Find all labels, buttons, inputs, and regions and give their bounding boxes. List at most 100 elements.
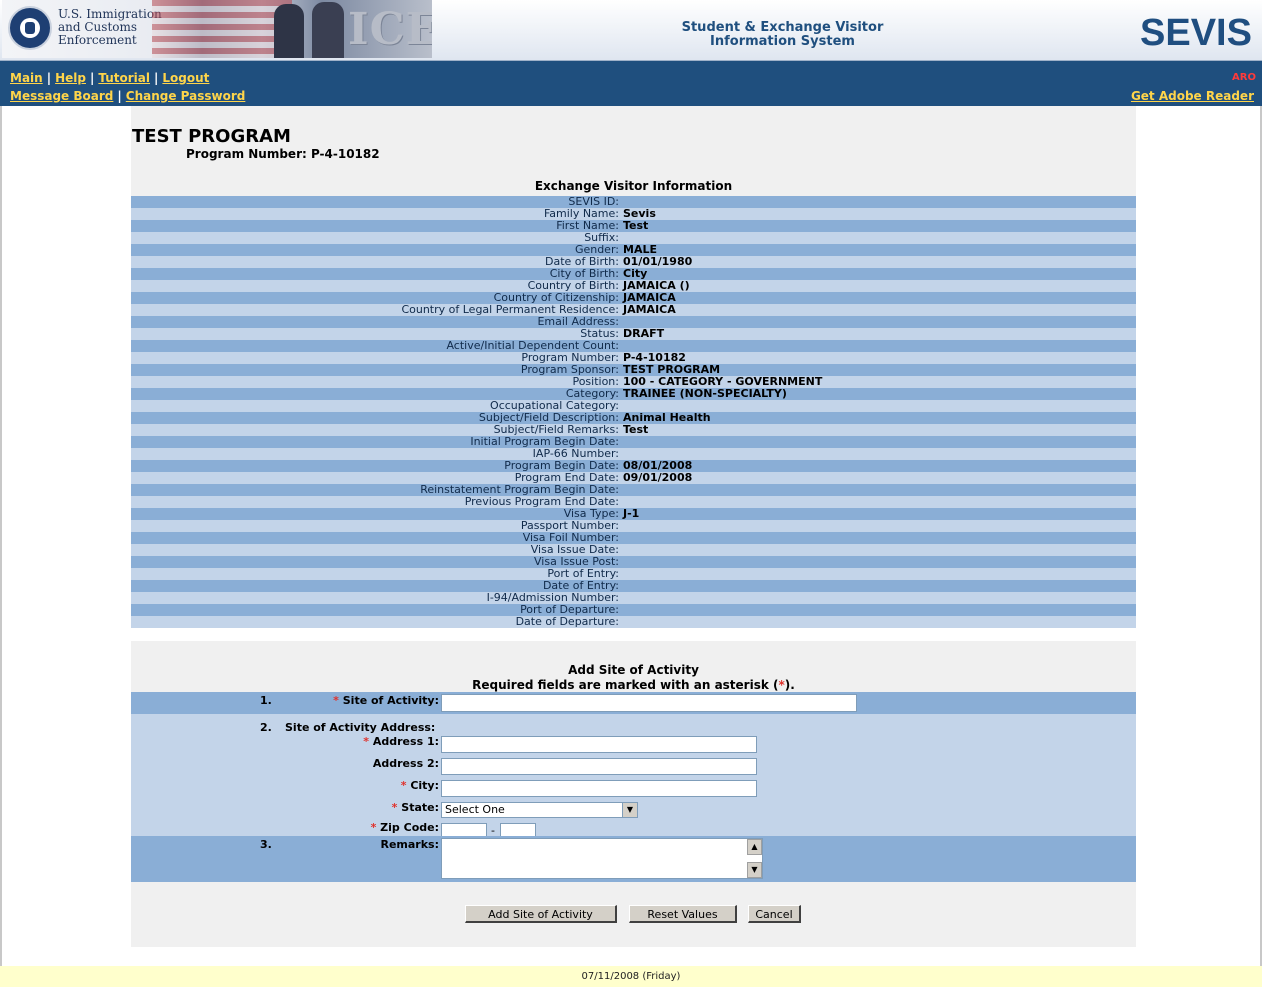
address1-input[interactable] bbox=[441, 736, 757, 753]
required-star: * bbox=[333, 694, 339, 707]
city-input[interactable] bbox=[441, 780, 757, 797]
chevron-down-icon[interactable]: ▼ bbox=[622, 803, 637, 817]
info-row-label: Country of Citizenship: bbox=[493, 292, 619, 304]
nav-row-primary: Main | Help | Tutorial | Logout bbox=[10, 71, 209, 85]
address2-input[interactable] bbox=[441, 758, 757, 775]
visitor-info-rows: SEVIS ID: Family Name: Sevis First Name: Tes… bbox=[131, 196, 1136, 641]
info-row-label: Family Name: bbox=[543, 208, 619, 220]
info-row: Category: TRAINEE (NON-SPECIALTY) bbox=[131, 388, 1136, 400]
visitor-info-panel: Exchange Visitor Information SEVIS ID: Fa… bbox=[131, 177, 1136, 641]
info-row-value: J-1 bbox=[623, 507, 640, 520]
info-row-label: Initial Program Begin Date: bbox=[470, 436, 619, 448]
nav-bar: Main | Help | Tutorial | Logout Message Board |… bbox=[0, 61, 1262, 106]
row-number: 1. bbox=[260, 694, 272, 707]
info-row-label: Visa Issue Post: bbox=[534, 556, 619, 568]
info-row: Port of Departure: bbox=[131, 604, 1136, 616]
info-row-label: Category: bbox=[565, 388, 619, 400]
address1-label-text: Address 1: bbox=[372, 735, 439, 748]
state-label-text: State: bbox=[401, 801, 439, 814]
info-row-value bbox=[619, 436, 623, 448]
scroll-up-icon[interactable]: ▲ bbox=[747, 839, 762, 855]
info-row-label: Position: bbox=[572, 376, 619, 388]
row-number: 3. bbox=[260, 838, 272, 851]
info-row: Visa Type: J-1 bbox=[131, 508, 1136, 520]
required-star: * bbox=[370, 821, 377, 834]
nav-help-link[interactable]: Help bbox=[55, 71, 86, 85]
info-row-label: Reinstatement Program Begin Date: bbox=[420, 484, 619, 496]
info-row: Reinstatement Program Begin Date: bbox=[131, 484, 1136, 496]
info-row-value bbox=[619, 616, 623, 628]
scroll-down-icon[interactable]: ▼ bbox=[747, 862, 762, 878]
info-row-label: Program Sponsor: bbox=[520, 364, 619, 376]
nav-tutorial-link[interactable]: Tutorial bbox=[98, 71, 150, 85]
info-row: First Name: Test bbox=[131, 220, 1136, 232]
remarks-label: Remarks: bbox=[380, 838, 439, 851]
info-row-label: Visa Foil Number: bbox=[522, 532, 619, 544]
info-row-value bbox=[619, 544, 623, 556]
info-row: I-94/Admission Number: bbox=[131, 592, 1136, 604]
info-row-value bbox=[619, 556, 623, 568]
agency-banner: U.S. Immigration and Customs Enforcement… bbox=[2, 0, 432, 58]
info-row-label: Previous Program End Date: bbox=[464, 496, 619, 508]
info-row-value bbox=[619, 484, 623, 496]
info-row-label: City of Birth: bbox=[549, 268, 619, 280]
site-of-activity-input[interactable] bbox=[441, 694, 857, 712]
info-row-label: Country of Legal Permanent Residence: bbox=[401, 304, 619, 316]
required-star: * bbox=[391, 801, 398, 814]
info-row-label: Date of Departure: bbox=[515, 616, 619, 628]
info-row-label: Date of Entry: bbox=[542, 580, 619, 592]
add-site-of-activity-button[interactable]: Add Site of Activity bbox=[465, 905, 617, 923]
reset-values-button[interactable]: Reset Values bbox=[629, 905, 737, 923]
officer-image bbox=[274, 4, 304, 58]
info-row-label: Gender: bbox=[574, 244, 619, 256]
info-row: Country of Legal Permanent Residence: JAM… bbox=[131, 304, 1136, 316]
info-row: Subject/Field Remarks: Test bbox=[131, 424, 1136, 436]
info-row-label: IAP-66 Number: bbox=[532, 448, 619, 460]
form-title: Add Site of Activity bbox=[568, 663, 699, 677]
nav-message-board-link[interactable]: Message Board bbox=[10, 89, 113, 103]
info-row: Passport Number: bbox=[131, 520, 1136, 532]
state-select[interactable]: Select One ▼ bbox=[441, 802, 638, 818]
info-row-label: Subject/Field Remarks: bbox=[493, 424, 619, 436]
info-row-value bbox=[619, 520, 623, 532]
state-selected-value: Select One bbox=[445, 803, 505, 816]
form-row-site: 1. * Site of Activity: bbox=[131, 692, 1136, 714]
info-row: Date of Entry: bbox=[131, 580, 1136, 592]
remarks-textarea[interactable]: ▲ ▼ bbox=[441, 838, 763, 879]
nav-logout-link[interactable]: Logout bbox=[162, 71, 209, 85]
info-row-value: 09/01/2008 bbox=[623, 471, 693, 484]
info-row-label: First Name: bbox=[556, 220, 619, 232]
info-row-label: Port of Entry: bbox=[547, 568, 619, 580]
info-row-label: Email Address: bbox=[537, 316, 619, 328]
nav-separator: | bbox=[117, 89, 122, 103]
address-heading: Site of Activity Address: bbox=[285, 721, 436, 734]
zip-label: * Zip Code: bbox=[371, 821, 439, 834]
info-row: Port of Entry: bbox=[131, 568, 1136, 580]
nav-row-secondary: Message Board | Change Password bbox=[10, 89, 245, 103]
city-label-text: City: bbox=[410, 779, 439, 792]
info-row: Date of Departure: bbox=[131, 616, 1136, 628]
nav-separator: | bbox=[154, 71, 159, 85]
info-row-value bbox=[619, 580, 623, 592]
cancel-button[interactable]: Cancel bbox=[748, 905, 801, 923]
flag-image bbox=[152, 0, 292, 58]
info-row-label: Program End Date: bbox=[514, 472, 619, 484]
app-title: Student & Exchange Visitor Information S… bbox=[660, 21, 905, 49]
aro-label: ARO bbox=[1232, 72, 1256, 83]
nav-change-password-link[interactable]: Change Password bbox=[126, 89, 246, 103]
info-row-label: Program Begin Date: bbox=[504, 460, 619, 472]
address1-label: * Address 1: bbox=[363, 735, 439, 748]
site-label: * Site of Activity: bbox=[333, 694, 439, 707]
required-star: * bbox=[400, 779, 407, 792]
nav-main-link[interactable]: Main bbox=[10, 71, 43, 85]
info-row-label: Status: bbox=[580, 328, 619, 340]
info-row-label: Passport Number: bbox=[520, 520, 619, 532]
info-row-label: SEVIS ID: bbox=[568, 196, 619, 208]
info-row: Visa Foil Number: bbox=[131, 532, 1136, 544]
program-title: TEST PROGRAM bbox=[132, 126, 291, 147]
adobe-reader-link[interactable]: Get Adobe Reader bbox=[1131, 89, 1254, 103]
info-row-label: Suffix: bbox=[584, 232, 619, 244]
dhs-seal-icon bbox=[8, 6, 52, 50]
info-row-value bbox=[619, 592, 623, 604]
